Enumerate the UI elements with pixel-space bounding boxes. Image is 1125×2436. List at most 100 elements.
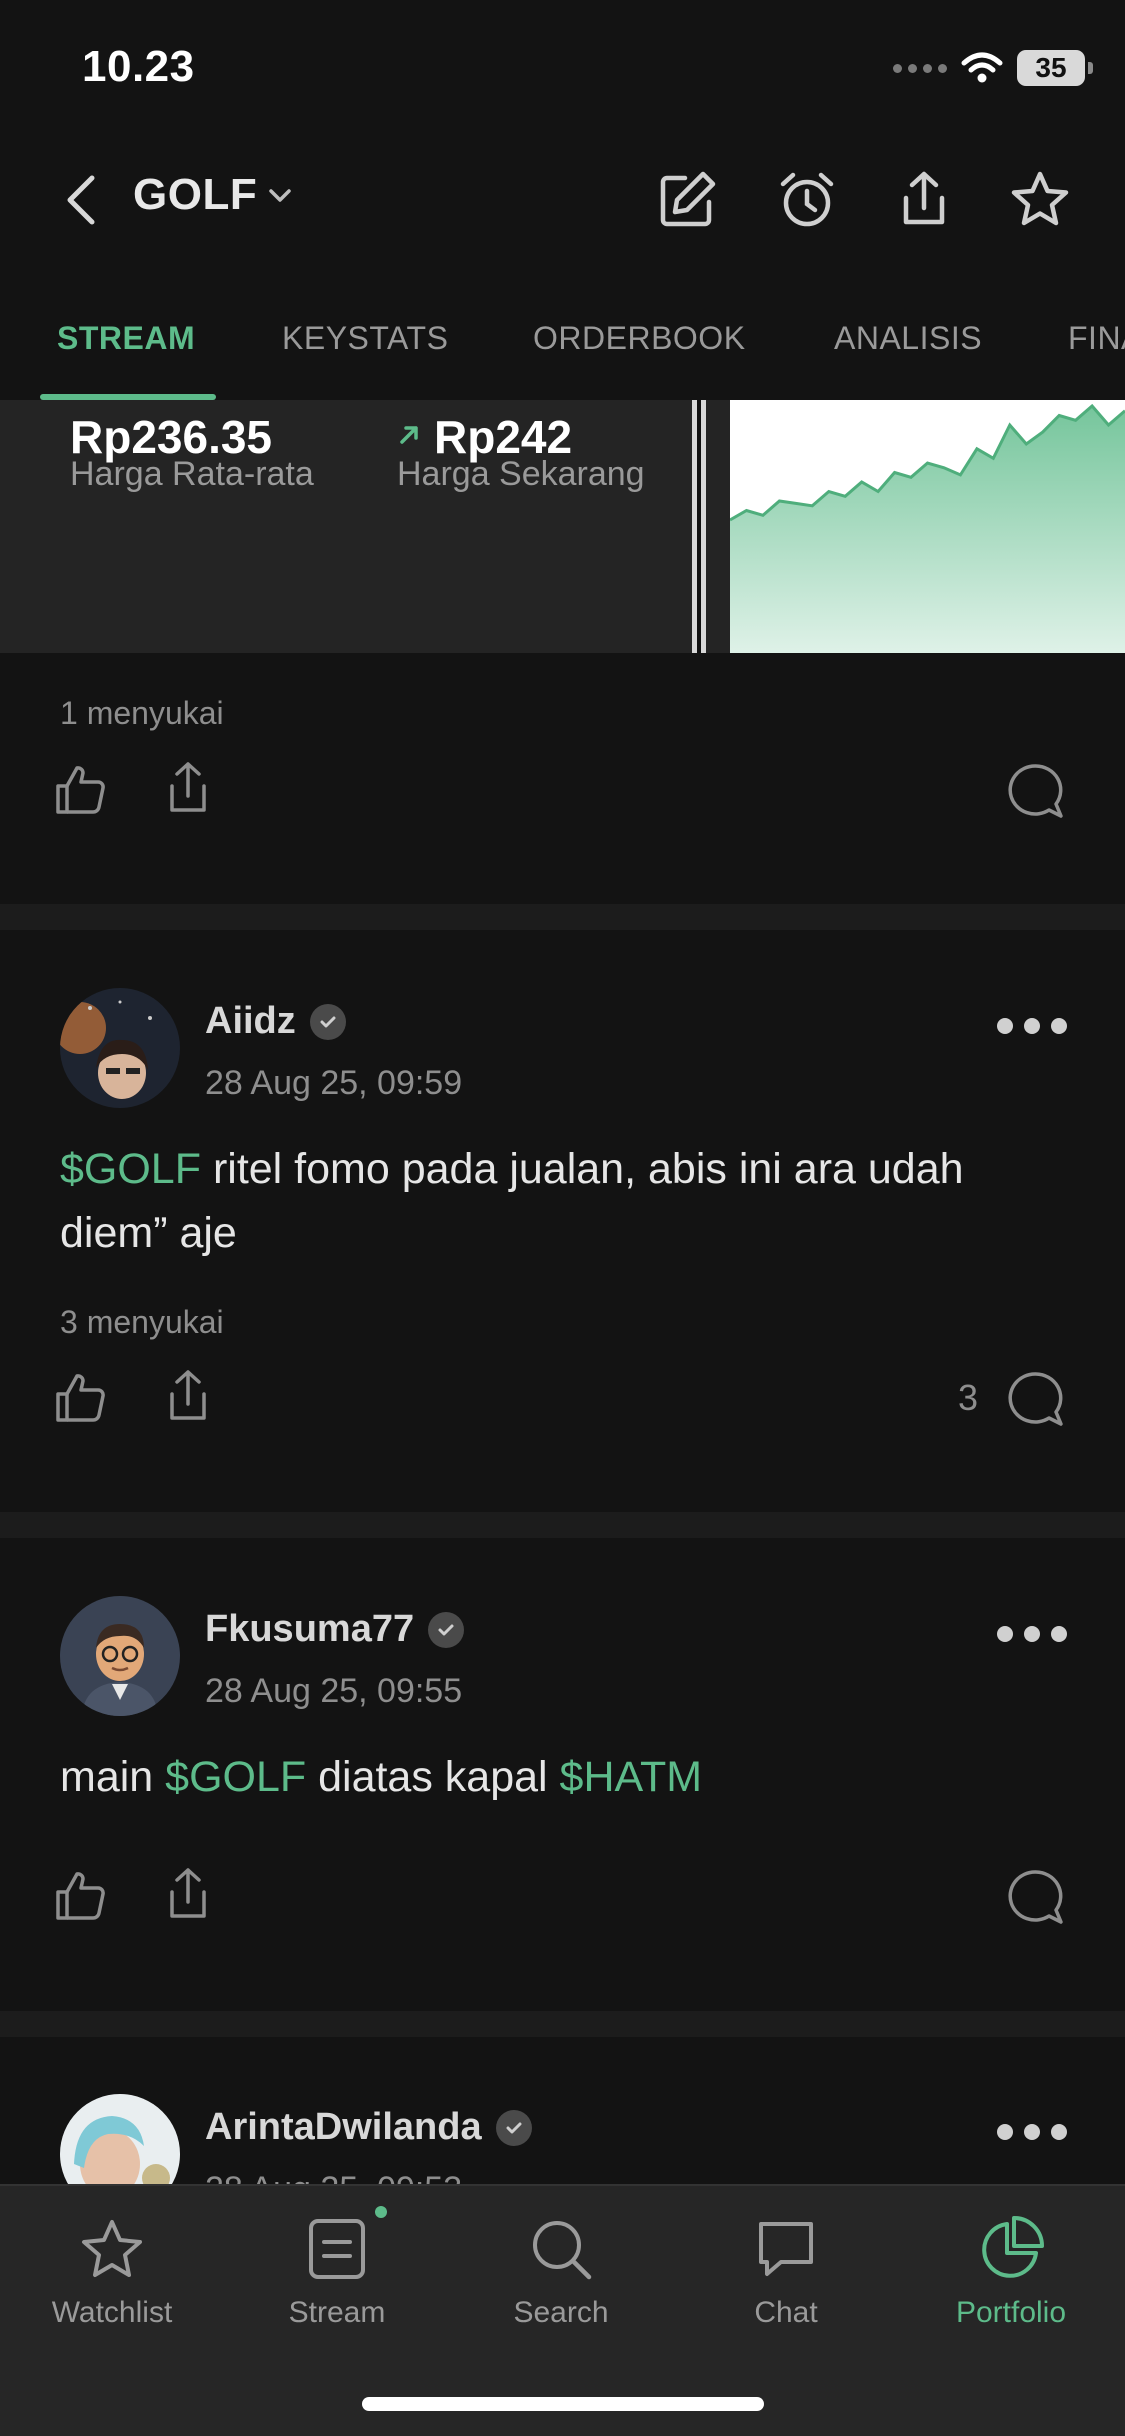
share-post-button[interactable] [160,1368,216,1424]
pie-chart-icon [982,2216,1044,2278]
ticker-selector[interactable]: GOLF [133,170,293,220]
post-author[interactable]: ArintaDwilanda [205,2106,532,2149]
battery-indicator: 35 [1017,50,1093,86]
username: Aiidz [205,1000,296,1042]
like-button[interactable] [52,1868,108,1924]
prev-post-comment-button[interactable] [1005,762,1063,818]
cashtag-link[interactable]: $GOLF [60,1145,201,1193]
nav-label: Stream [288,2296,386,2329]
tab-keystats[interactable]: KEYSTATS [282,320,448,357]
app-screen: 10.23 35 GOLF STREAM KEYSTATS ORDERBOOK … [0,0,1125,2436]
status-icons: 35 [893,50,1093,86]
username: ArintaDwilanda [205,2106,482,2148]
nav-label: Search [513,2296,609,2329]
comment-bubble-icon [1008,1372,1063,1426]
back-button[interactable] [58,170,108,230]
average-price-label: Harga Rata-rata [70,455,314,493]
sparkline-svg [729,403,1125,653]
post-timestamp: 28 Aug 25, 09:55 [205,1672,463,1710]
post-timestamp: 28 Aug 25, 09:59 [205,1064,463,1102]
nav-portfolio[interactable]: Portfolio [921,2214,1101,2344]
star-icon [1011,171,1069,226]
stock-header: GOLF [0,150,1125,250]
tab-financials[interactable]: FINA [1068,320,1125,357]
comment-bubble-icon [1008,764,1063,818]
cellular-signal-icon [893,63,947,73]
post-more-options-button[interactable] [997,1622,1067,1646]
avatar[interactable] [60,1596,180,1716]
new-activity-dot [375,2206,387,2218]
more-dot-icon [997,2124,1013,2140]
portfolio-position-card[interactable]: Rp236.35 Harga Rata-rata Rp242 Harga Sek… [0,400,1125,653]
prev-post-like-button[interactable] [52,762,108,818]
prev-post-likes[interactable]: 1 menyukai [60,695,224,732]
share-post-button[interactable] [160,1866,216,1922]
watchlist-star-button[interactable] [1008,168,1072,232]
alarm-clock-icon [780,172,834,227]
tab-stream[interactable]: STREAM [57,320,195,357]
nav-search[interactable]: Search [471,2214,651,2344]
nav-label: Portfolio [955,2296,1067,2329]
stream-icon [309,2219,365,2279]
post-more-options-button[interactable] [997,2120,1067,2144]
comment-button[interactable] [1005,1370,1063,1426]
chevron-left-icon [67,175,95,225]
chat-icon [759,2222,813,2276]
post-author[interactable]: Aiidz [205,1000,346,1043]
cashtag-link[interactable]: $GOLF [165,1753,306,1801]
price-sparkline-chart [729,400,1125,653]
post-body: main $GOLF diatas kapal $HATM [60,1745,1070,1809]
trend-up-arrow-icon [400,426,418,444]
avatar-image [60,988,180,1108]
verified-badge-icon [309,1003,346,1040]
thumbs-up-icon [56,766,105,814]
home-indicator [362,2397,764,2411]
card-divider [692,400,706,653]
star-icon [82,2220,142,2277]
section-tabs: STREAM KEYSTATS ORDERBOOK ANALISIS FINA [0,300,1125,400]
post-separator [0,904,1125,930]
tab-analisis[interactable]: ANALISIS [834,320,982,357]
post-text: diatas kapal [306,1753,560,1801]
post-author[interactable]: Fkusuma77 [205,1608,465,1651]
chevron-down-icon [269,189,291,202]
verified-badge-icon [428,1611,465,1648]
nav-label: Watchlist [51,2296,173,2329]
post-likes[interactable]: 3 menyukai [60,1304,224,1341]
cashtag-link[interactable]: $HATM [560,1753,703,1801]
share-icon [170,1370,206,1420]
username: Fkusuma77 [205,1608,415,1650]
status-bar: 10.23 35 [0,0,1125,130]
post-separator [0,1512,1125,1538]
edit-icon [660,171,716,227]
wifi-icon [961,52,1003,83]
thumbs-up-icon [56,1374,105,1422]
share-icon [170,1868,206,1918]
nav-watchlist[interactable]: Watchlist [22,2214,202,2344]
post-separator [0,2011,1125,2037]
share-icon [903,171,945,225]
comment-count: 3 [958,1377,979,1418]
avatar[interactable] [60,988,180,1108]
like-button[interactable] [52,1370,108,1426]
compose-button[interactable] [655,168,719,232]
more-dot-icon [997,1626,1013,1642]
comment-button[interactable] [1005,1868,1063,1924]
sparkline-area [730,406,1125,653]
post-more-options-button[interactable] [997,1014,1067,1038]
share-icon [170,762,206,812]
avatar-image [60,1596,180,1716]
status-time: 10.23 [82,42,195,91]
thumbs-up-icon [56,1872,105,1920]
nav-chat[interactable]: Chat [696,2214,876,2344]
share-button[interactable] [892,168,956,232]
current-price-label: Harga Sekarang [397,455,645,493]
tab-orderbook[interactable]: ORDERBOOK [533,320,746,357]
more-dot-icon [997,1018,1013,1034]
nav-label: Chat [754,2296,818,2329]
price-alert-button[interactable] [775,168,839,232]
comment-bubble-icon [1008,1870,1063,1924]
prev-post-share-button[interactable] [160,760,216,816]
ticker-title: GOLF [133,170,258,219]
nav-stream[interactable]: Stream [247,2214,427,2344]
